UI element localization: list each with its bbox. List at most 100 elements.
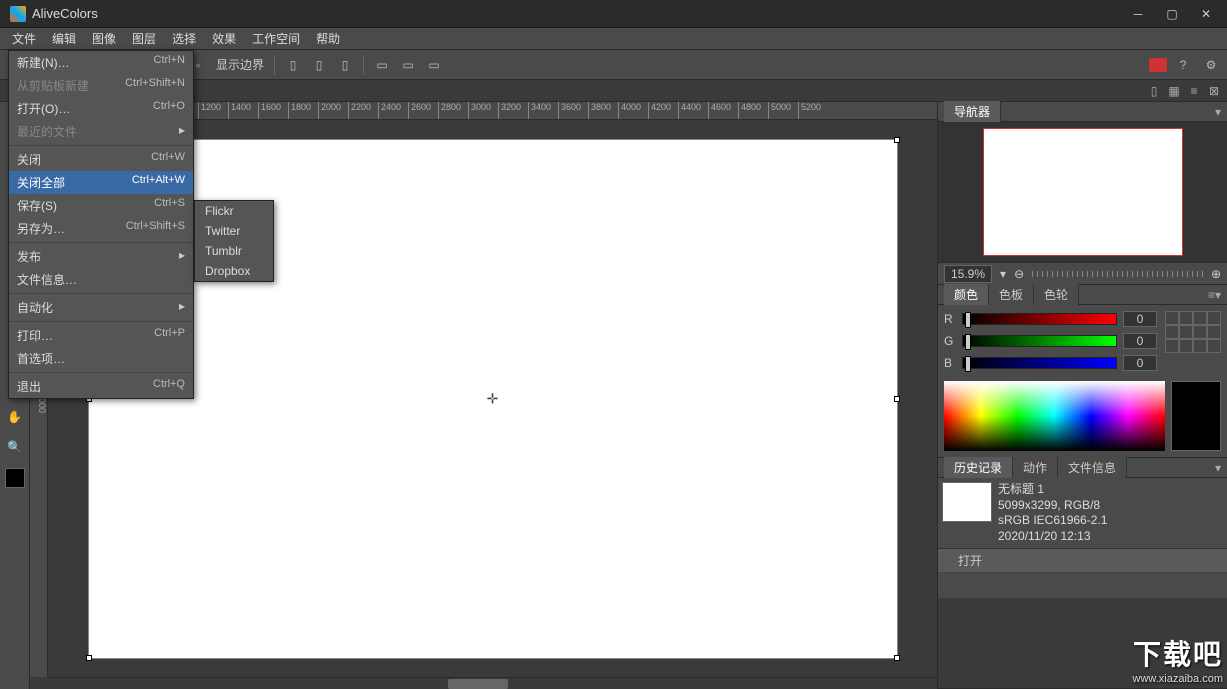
menu-close[interactable]: 关闭Ctrl+W <box>9 148 193 171</box>
publish-dropbox[interactable]: Dropbox <box>195 261 273 281</box>
current-color-swatch[interactable] <box>1171 381 1221 451</box>
show-bounds-label: 显示边界 <box>212 56 268 73</box>
zoom-tool[interactable]: 🔍 <box>2 434 28 460</box>
color-tab[interactable]: 颜色 <box>944 284 989 305</box>
menu-save[interactable]: 保存(S)Ctrl+S <box>9 194 193 217</box>
zoom-in-button[interactable]: ⊕ <box>1211 267 1221 281</box>
history-tab[interactable]: 历史记录 <box>944 457 1013 478</box>
r-label: R <box>944 312 956 326</box>
menu-help[interactable]: 帮助 <box>308 28 348 49</box>
transform-handle[interactable] <box>86 655 92 661</box>
menu-image[interactable]: 图像 <box>84 28 124 49</box>
menu-file-info[interactable]: 文件信息… <box>9 268 193 291</box>
red-value[interactable]: 0 <box>1123 311 1157 327</box>
menu-exit[interactable]: 退出Ctrl+Q <box>9 375 193 398</box>
fileinfo-tab[interactable]: 文件信息 <box>1058 457 1127 478</box>
ruler-tick: 4600 <box>708 102 738 119</box>
navigator-tab[interactable]: 导航器 <box>944 101 1001 122</box>
menu-publish[interactable]: 发布▸ <box>9 245 193 268</box>
menu-workspace[interactable]: 工作空间 <box>244 28 308 49</box>
align-top-button[interactable]: ▭ <box>370 53 394 77</box>
navigator-thumbnail[interactable] <box>983 128 1183 256</box>
zoom-slider[interactable] <box>1032 271 1203 277</box>
scrollbar-thumb[interactable] <box>448 679 508 689</box>
doc-page-icon[interactable]: ▯ <box>1147 84 1161 98</box>
publish-tumblr[interactable]: Tumblr <box>195 241 273 261</box>
menu-effects[interactable]: 效果 <box>204 28 244 49</box>
ruler-tick: 5000 <box>768 102 798 119</box>
panel-menu-icon[interactable]: ▾ <box>1215 461 1221 475</box>
transform-handle[interactable] <box>894 396 900 402</box>
navigator-body[interactable] <box>938 122 1227 262</box>
panel-menu-icon[interactable]: ▾ <box>1215 105 1221 119</box>
menu-file[interactable]: 文件 <box>4 28 44 49</box>
snapshot-info: 无标题 1 5099x3299, RGB/8 sRGB IEC61966-2.1… <box>998 482 1107 544</box>
right-panel-dock: 导航器 ▾ 15.9% ▾ ⊖ ⊕ 颜色 色板 色轮 ≡▾ <box>937 102 1227 689</box>
help-icon[interactable]: ? <box>1171 53 1195 77</box>
publish-submenu: Flickr Twitter Tumblr Dropbox <box>194 200 274 282</box>
panel-menu-icon[interactable]: ≡▾ <box>1208 288 1221 302</box>
blue-slider[interactable] <box>962 357 1117 369</box>
ruler-tick: 5200 <box>798 102 828 119</box>
align-left-button[interactable]: ▯ <box>281 53 305 77</box>
publish-twitter[interactable]: Twitter <box>195 221 273 241</box>
actions-tab[interactable]: 动作 <box>1013 457 1058 478</box>
feedback-icon[interactable] <box>1149 58 1167 72</box>
transform-handle[interactable] <box>894 655 900 661</box>
hand-tool[interactable]: ✋ <box>2 404 28 430</box>
red-slider[interactable] <box>962 313 1117 325</box>
ruler-tick: 2400 <box>378 102 408 119</box>
menu-select[interactable]: 选择 <box>164 28 204 49</box>
menu-new[interactable]: 新建(N)…Ctrl+N <box>9 51 193 74</box>
color-panel: 颜色 色板 色轮 ≡▾ R 0 G <box>938 285 1227 458</box>
menu-preferences[interactable]: 首选项… <box>9 347 193 370</box>
ruler-tick: 4800 <box>738 102 768 119</box>
zoom-dropdown-icon[interactable]: ▾ <box>1000 267 1006 281</box>
foreground-color-swatch[interactable] <box>5 468 25 488</box>
align-center-v-button[interactable]: ▭ <box>396 53 420 77</box>
align-right-button[interactable]: ▯ <box>333 53 357 77</box>
history-panel: 历史记录 动作 文件信息 ▾ 无标题 1 5099x3299, RGB/8 sR… <box>938 458 1227 689</box>
history-snapshot[interactable]: 无标题 1 5099x3299, RGB/8 sRGB IEC61966-2.1… <box>938 478 1227 549</box>
horizontal-scrollbar[interactable] <box>48 677 937 689</box>
doc-profile: sRGB IEC61966-2.1 <box>998 513 1107 529</box>
menu-save-as[interactable]: 另存为…Ctrl+Shift+S <box>9 217 193 240</box>
app-logo-icon <box>10 6 26 22</box>
menu-automate[interactable]: 自动化▸ <box>9 296 193 319</box>
ruler-tick: 4200 <box>648 102 678 119</box>
doc-title: 无标题 1 <box>998 482 1107 498</box>
ruler-tick: 3600 <box>558 102 588 119</box>
publish-flickr[interactable]: Flickr <box>195 201 273 221</box>
history-step[interactable]: 打开 <box>938 549 1227 573</box>
menu-open[interactable]: 打开(O)…Ctrl+O <box>9 97 193 120</box>
ruler-tick: 1600 <box>258 102 288 119</box>
color-spectrum[interactable] <box>944 381 1165 451</box>
swatch-grid[interactable] <box>1165 311 1221 377</box>
transform-handle[interactable] <box>894 137 900 143</box>
settings-icon[interactable]: ⚙ <box>1199 53 1223 77</box>
swatches-tab[interactable]: 色板 <box>989 284 1034 305</box>
blue-value[interactable]: 0 <box>1123 355 1157 371</box>
menu-edit[interactable]: 编辑 <box>44 28 84 49</box>
zoom-out-button[interactable]: ⊖ <box>1014 267 1024 281</box>
ruler-tick: 4000 <box>618 102 648 119</box>
menu-close-all[interactable]: 关闭全部Ctrl+Alt+W <box>9 171 193 194</box>
ruler-tick: 2600 <box>408 102 438 119</box>
ruler-tick: 3800 <box>588 102 618 119</box>
wheel-tab[interactable]: 色轮 <box>1034 284 1079 305</box>
doc-grid-icon[interactable]: ▦ <box>1167 84 1181 98</box>
maximize-button[interactable]: ▢ <box>1155 3 1189 25</box>
align-center-h-button[interactable]: ▯ <box>307 53 331 77</box>
align-bottom-button[interactable]: ▭ <box>422 53 446 77</box>
menu-print[interactable]: 打印…Ctrl+P <box>9 324 193 347</box>
minimize-button[interactable]: ─ <box>1121 3 1155 25</box>
doc-dims: 5099x3299, RGB/8 <box>998 498 1107 514</box>
green-slider[interactable] <box>962 335 1117 347</box>
app-title: AliveColors <box>32 6 1121 21</box>
menu-layer[interactable]: 图层 <box>124 28 164 49</box>
green-value[interactable]: 0 <box>1123 333 1157 349</box>
doc-list-icon[interactable]: ≡ <box>1187 84 1201 98</box>
doc-close-icon[interactable]: ⊠ <box>1207 84 1221 98</box>
close-window-button[interactable]: ✕ <box>1189 3 1223 25</box>
zoom-value[interactable]: 15.9% <box>944 265 992 283</box>
